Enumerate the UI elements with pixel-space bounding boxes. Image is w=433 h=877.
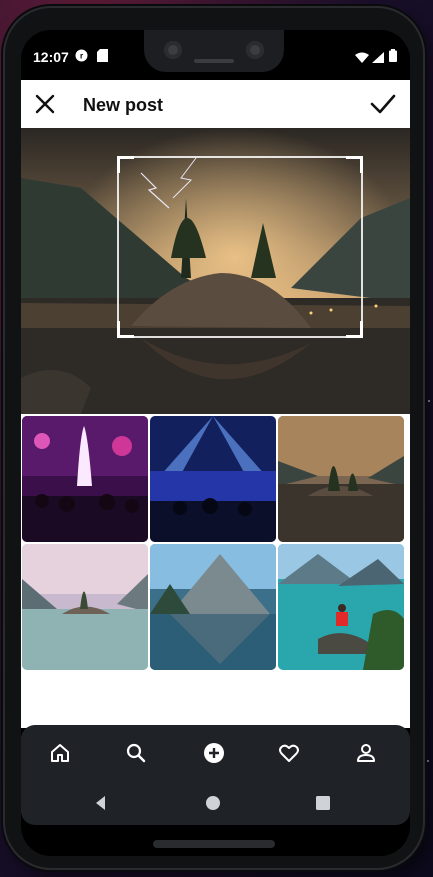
gallery-thumbnail[interactable] (150, 416, 276, 542)
front-camera (246, 41, 264, 59)
crop-handle[interactable] (346, 156, 363, 173)
turquoise-lake-person-photo (278, 544, 404, 670)
status-bar: 12:07 r (21, 30, 410, 82)
crop-frame[interactable] (117, 156, 363, 338)
front-camera (164, 41, 182, 59)
sd-card-icon (97, 49, 109, 62)
close-icon[interactable] (33, 92, 57, 116)
profile-icon[interactable] (355, 742, 377, 764)
crop-handle[interactable] (117, 156, 134, 173)
gallery-thumbnail[interactable] (278, 416, 404, 542)
back-icon[interactable] (92, 794, 110, 812)
gallery-thumbnail[interactable] (22, 416, 148, 542)
notification-badge-icon: r (75, 49, 88, 62)
heart-icon[interactable] (278, 742, 300, 764)
check-icon[interactable] (369, 90, 397, 118)
photo-gallery-grid (21, 414, 410, 672)
search-icon[interactable] (125, 742, 147, 764)
concert-crowd-pink-photo (22, 416, 148, 542)
mountain-lake-reflection-photo (150, 544, 276, 670)
bottom-speaker-grille (153, 840, 275, 848)
crop-handle[interactable] (346, 321, 363, 338)
svg-text:r: r (80, 52, 83, 61)
home-button-icon[interactable] (204, 794, 222, 812)
signal-icon (372, 50, 384, 63)
battery-icon (389, 49, 401, 62)
wifi-icon (355, 50, 369, 63)
home-icon[interactable] (49, 742, 71, 764)
add-icon[interactable] (203, 742, 225, 764)
recents-icon[interactable] (314, 794, 332, 812)
status-time: 12:07 (33, 49, 69, 65)
system-navigation-bar (21, 781, 410, 825)
screen: 12:07 r New post (21, 30, 410, 856)
gallery-thumbnail[interactable] (22, 544, 148, 670)
phone-frame: 12:07 r New post (5, 8, 423, 868)
gallery-thumbnail[interactable] (278, 544, 404, 670)
gallery-thumbnail[interactable] (150, 544, 276, 670)
lake-island-pastel-photo (22, 544, 148, 670)
page-title: New post (83, 95, 164, 115)
empty-area (21, 672, 410, 728)
earpiece-speaker (194, 59, 234, 63)
front-camera-notch (144, 30, 284, 72)
app-header: New post (21, 80, 410, 128)
crop-handle[interactable] (117, 321, 134, 338)
concert-stage-blue-lights-photo (150, 416, 276, 542)
bottom-navigation (21, 725, 410, 781)
selected-image-preview[interactable] (21, 128, 410, 414)
lake-island-lightning-photo (278, 416, 404, 542)
